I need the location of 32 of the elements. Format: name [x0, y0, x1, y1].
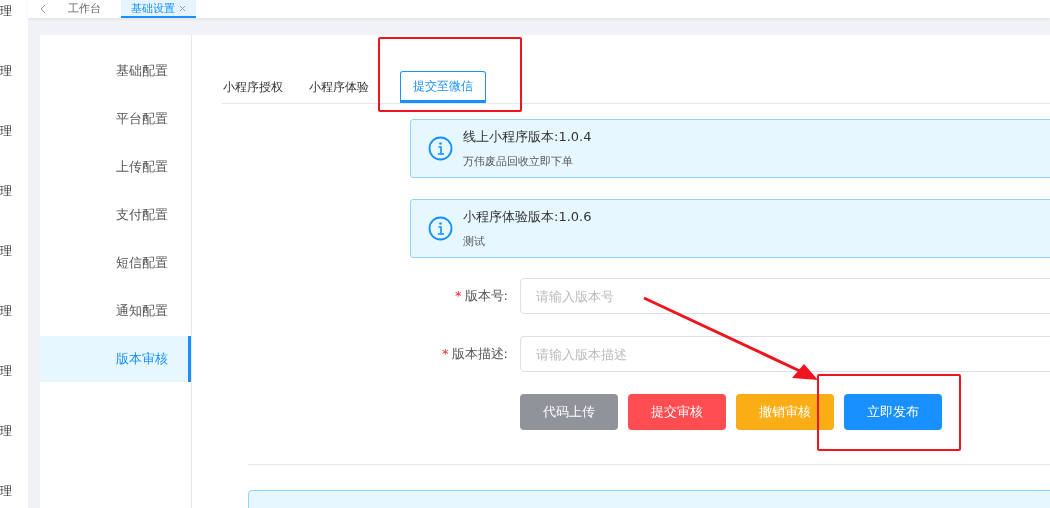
alert-description: 万伟废品回收立即下单 — [463, 154, 574, 169]
info-icon — [428, 136, 453, 161]
close-icon[interactable] — [179, 4, 186, 12]
nav-item[interactable]: 理 — [0, 122, 12, 140]
menu-item[interactable]: 基础配置 — [40, 48, 191, 94]
menu-item[interactable]: 短信配置 — [40, 240, 191, 286]
text-input[interactable]: 请输入版本描述 — [520, 336, 1050, 372]
alert-description: 测试 — [463, 234, 486, 249]
label-text: 版本号: — [464, 288, 508, 303]
menu-item[interactable]: 通知配置 — [40, 288, 191, 334]
menu-item[interactable]: 平台配置 — [40, 96, 191, 142]
nav-item[interactable]: 理 — [0, 62, 12, 80]
nav-item[interactable]: 理 — [0, 422, 12, 440]
alert-title: 线上小程序版本:1.0.4 — [463, 128, 592, 146]
back-icon[interactable] — [38, 4, 48, 14]
required-mark: * — [442, 346, 449, 361]
nav-item[interactable]: 理 — [0, 362, 12, 380]
text-input[interactable]: 请输入版本号 — [520, 278, 1050, 314]
info-icon — [428, 216, 453, 241]
nav-item[interactable]: 理 — [0, 302, 12, 320]
tab[interactable]: 小程序授权 — [222, 71, 296, 103]
alert-title: 小程序体验版本:1.0.6 — [463, 208, 592, 226]
nav-item[interactable]: 理 — [0, 482, 12, 500]
nav-item[interactable]: 理 — [0, 242, 12, 260]
tab[interactable]: 小程序体验 — [296, 71, 382, 103]
nav-item[interactable]: 理 — [0, 182, 12, 200]
menu-item[interactable]: 支付配置 — [40, 192, 191, 238]
menu-item[interactable]: 上传配置 — [40, 144, 191, 190]
required-mark: * — [455, 288, 462, 303]
nav-item[interactable]: 理 — [0, 2, 12, 20]
label-text: 版本描述: — [451, 346, 508, 361]
page-tab[interactable]: 工作台 — [58, 0, 111, 18]
